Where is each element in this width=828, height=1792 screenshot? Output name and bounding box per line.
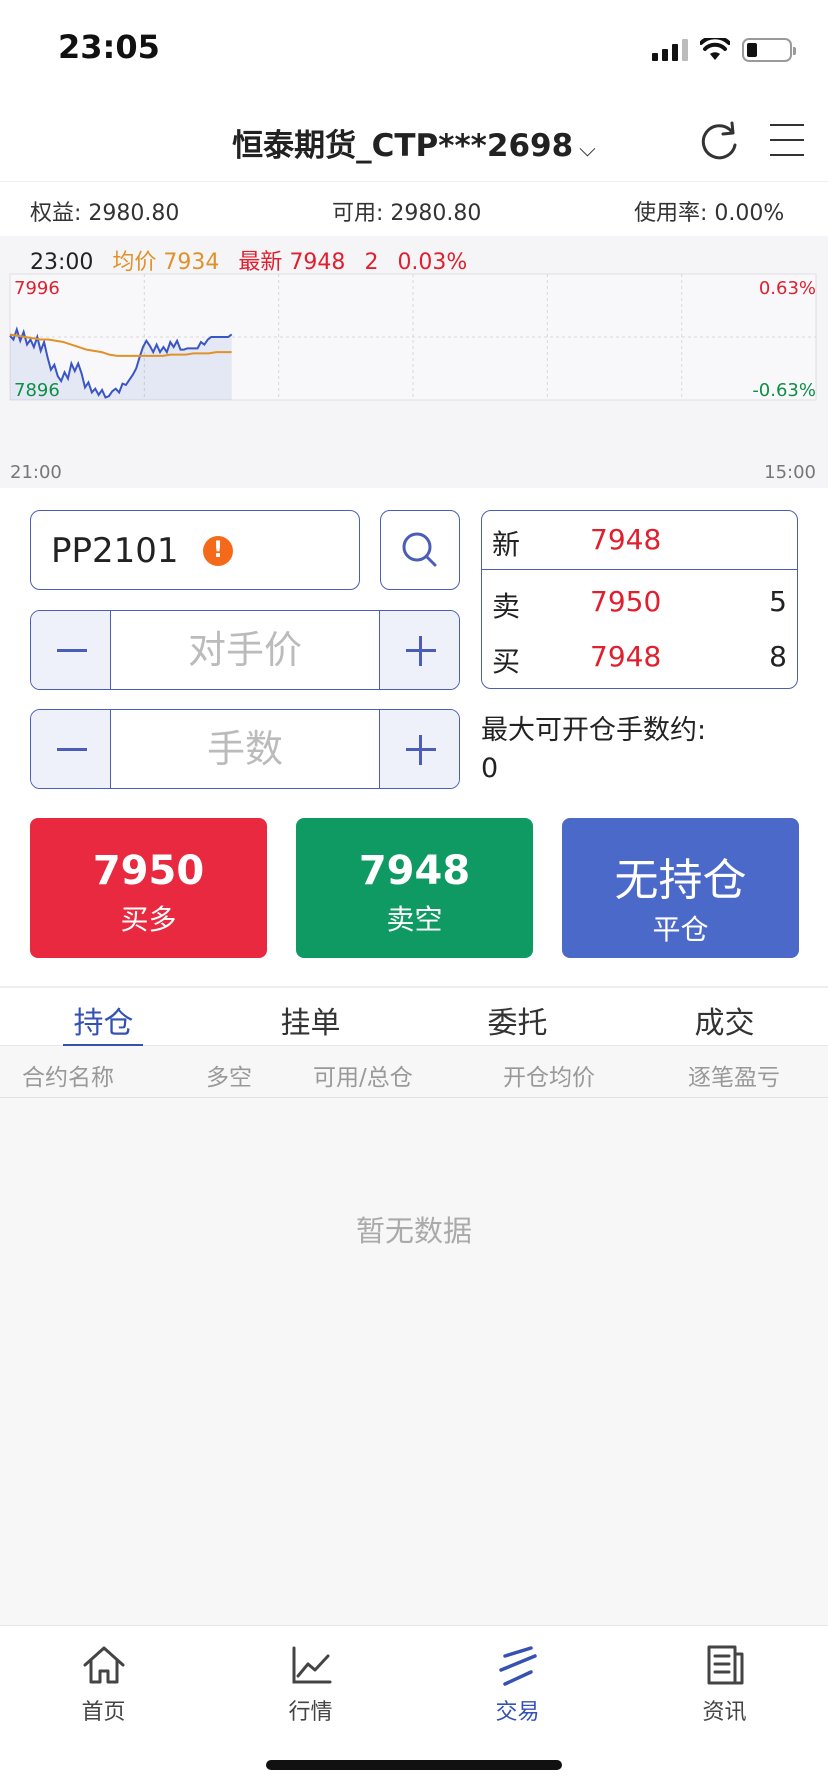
max-open-value: 0 <box>481 753 499 784</box>
nav-news[interactable]: 资讯 <box>621 1642 828 1726</box>
last-price-value: 7948 <box>590 523 662 556</box>
usage-rate: 使用率: 0.00% <box>634 195 784 227</box>
ask-qty: 5 <box>769 585 787 618</box>
chart-time: 23:00 <box>30 250 94 275</box>
bid-price: 7948 <box>590 640 662 673</box>
table-header: 合约名称 多空 可用/总仓 开仓均价 逐笔盈亏 <box>0 1046 828 1098</box>
chart-legend: 23:00 均价 7934 最新 7948 2 0.03% <box>30 244 479 276</box>
quantity-input[interactable]: 手数 <box>111 710 379 788</box>
col-direction: 多空 <box>206 1065 252 1091</box>
quantity-stepper: 手数 <box>30 709 460 789</box>
available-value: 2980.80 <box>390 201 482 226</box>
chevron-down-icon: ⌵ <box>579 137 596 162</box>
quote-divider <box>482 569 797 570</box>
col-available-total: 可用/总仓 <box>313 1065 413 1091</box>
price-change-pct: 0.03% <box>397 250 468 275</box>
wifi-icon <box>700 38 730 60</box>
x-start-label: 21:00 <box>10 462 62 483</box>
bid-qty: 8 <box>769 640 787 673</box>
tab-trades[interactable]: 成交 <box>621 998 828 1042</box>
close-title: 无持仓 <box>614 855 747 906</box>
ask-row[interactable]: 卖 7950 5 <box>482 573 797 629</box>
status-time: 23:05 <box>58 28 160 66</box>
menu-icon[interactable] <box>770 124 804 156</box>
avg-price-label: 均价 <box>112 250 157 275</box>
search-button[interactable] <box>380 510 460 590</box>
buy-label: 买多 <box>120 903 177 936</box>
equity-value: 2980.80 <box>88 201 180 226</box>
ask-label: 卖 <box>492 590 521 623</box>
close-position-button[interactable]: 无持仓 平仓 <box>562 818 799 958</box>
bid-label: 买 <box>492 645 521 678</box>
price-decrease-button[interactable] <box>31 611 111 689</box>
account-title: 恒泰期货_CTP***2698 <box>232 128 574 164</box>
buy-price: 7950 <box>92 848 205 894</box>
nav-news-label: 资讯 <box>702 1700 747 1725</box>
nav-trade[interactable]: 交易 <box>414 1642 621 1726</box>
sell-label: 卖空 <box>386 903 443 936</box>
symbol-input[interactable]: PP2101 ! <box>30 510 360 590</box>
last-price-label: 新 <box>492 528 521 561</box>
x-end-label: 15:00 <box>764 462 816 483</box>
sell-price: 7948 <box>358 848 471 894</box>
latest-price-value: 7948 <box>289 250 346 275</box>
news-icon <box>707 1645 743 1685</box>
bid-row[interactable]: 买 7948 8 <box>482 628 797 684</box>
sell-short-button[interactable]: 7948 卖空 <box>296 818 533 958</box>
quote-panel: 新 7948 卖 7950 5 买 7948 8 <box>481 510 798 689</box>
trade-icon <box>498 1646 537 1686</box>
status-bar: 23:05 <box>0 0 828 100</box>
home-indicator <box>266 1760 562 1770</box>
empty-state-text: 暂无数据 <box>355 1214 472 1248</box>
nav-home[interactable]: 首页 <box>0 1642 207 1726</box>
available-label: 可用: <box>332 201 384 226</box>
latest-price-label: 最新 <box>238 250 283 275</box>
col-avg-open-price: 开仓均价 <box>503 1065 595 1091</box>
quantity-decrease-button[interactable] <box>31 710 111 788</box>
refresh-icon[interactable] <box>694 118 744 168</box>
avg-price-value: 7934 <box>163 250 220 275</box>
warning-icon[interactable]: ! <box>203 536 233 566</box>
nav-market-label: 行情 <box>288 1700 333 1725</box>
usage-value: 0.00% <box>714 201 785 226</box>
symbol-text: PP2101 <box>51 531 179 571</box>
intraday-chart[interactable]: 7996 7896 0.63% -0.63% 21:00 15:00 23:00 均价 7… <box>0 236 828 488</box>
search-icon <box>402 532 437 567</box>
tab-positions[interactable]: 持仓 <box>0 998 207 1042</box>
last-price-row: 新 7948 <box>482 511 797 567</box>
y-high-label: 7996 <box>14 278 60 299</box>
nav-home-label: 首页 <box>81 1700 126 1725</box>
tab-pending[interactable]: 挂单 <box>207 998 414 1042</box>
max-open-info: 最大可开仓手数约: 0 <box>481 712 706 788</box>
close-label: 平仓 <box>652 913 709 946</box>
cellular-signal-icon <box>652 39 688 61</box>
equity: 权益: 2980.80 <box>30 195 179 227</box>
price-change: 2 <box>364 250 379 275</box>
price-stepper: 对手价 <box>30 610 460 690</box>
quantity-increase-button[interactable] <box>379 710 459 788</box>
buy-long-button[interactable]: 7950 买多 <box>30 818 267 958</box>
usage-label: 使用率: <box>634 201 708 226</box>
pct-low-label: -0.63% <box>752 380 816 401</box>
chart-icon <box>292 1646 331 1684</box>
available: 可用: 2980.80 <box>332 195 481 227</box>
price-increase-button[interactable] <box>379 611 459 689</box>
home-icon <box>83 1646 124 1684</box>
col-contract: 合约名称 <box>22 1065 114 1091</box>
nav-market[interactable]: 行情 <box>207 1642 414 1726</box>
max-open-label: 最大可开仓手数约: <box>481 715 707 746</box>
positions-list: 暂无数据 <box>0 1098 828 1625</box>
order-tabs: 持仓 挂单 委托 成交 <box>0 986 828 1048</box>
pct-high-label: 0.63% <box>759 278 816 299</box>
tab-orders[interactable]: 委托 <box>414 998 621 1042</box>
nav-trade-label: 交易 <box>495 1700 540 1725</box>
battery-icon <box>742 38 796 62</box>
y-low-label: 7896 <box>14 380 60 401</box>
equity-label: 权益: <box>30 201 82 226</box>
status-icons <box>652 36 796 64</box>
price-input[interactable]: 对手价 <box>111 611 379 689</box>
col-pnl: 逐笔盈亏 <box>688 1065 780 1091</box>
account-summary: 权益: 2980.80 可用: 2980.80 使用率: 0.00% <box>0 183 828 235</box>
ask-price: 7950 <box>590 585 662 618</box>
